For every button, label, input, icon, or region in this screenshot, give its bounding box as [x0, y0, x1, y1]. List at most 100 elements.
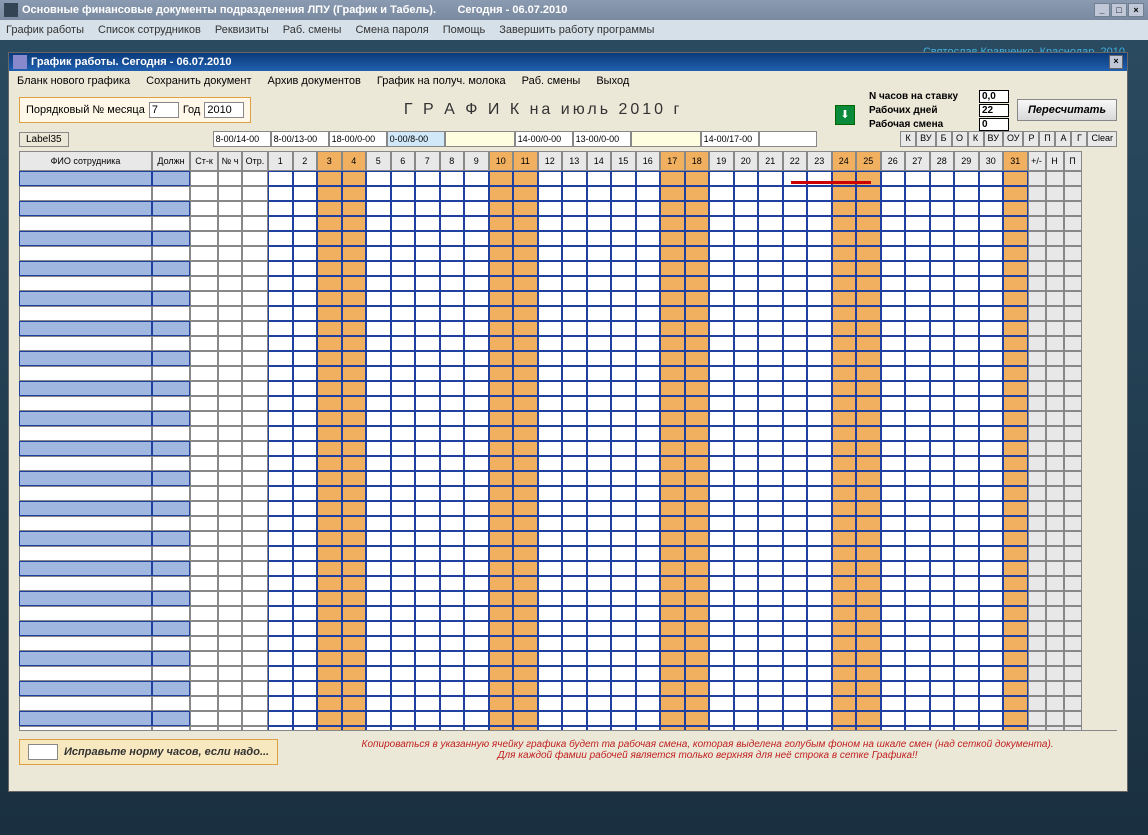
info-cell[interactable] — [190, 441, 218, 471]
day-cell[interactable] — [391, 621, 416, 651]
day-cell[interactable] — [905, 531, 930, 561]
day-cell[interactable] — [440, 261, 465, 291]
day-cell[interactable] — [954, 171, 979, 201]
day-cell[interactable] — [293, 321, 318, 351]
day-cell[interactable] — [734, 321, 759, 351]
day-cell[interactable] — [905, 291, 930, 321]
day-cell[interactable] — [709, 441, 734, 471]
info-cell[interactable] — [152, 651, 190, 681]
code-button[interactable]: ВУ — [984, 131, 1003, 147]
info-cell[interactable] — [218, 321, 242, 351]
day-cell[interactable] — [856, 261, 881, 291]
code-button[interactable]: О — [952, 131, 968, 147]
day-cell[interactable] — [268, 471, 293, 501]
info-cell[interactable] — [190, 531, 218, 561]
day-cell[interactable] — [342, 381, 367, 411]
day-cell[interactable] — [415, 381, 440, 411]
day-cell[interactable] — [905, 501, 930, 531]
day-cell[interactable] — [685, 411, 710, 441]
day-cell[interactable] — [905, 711, 930, 731]
day-cell[interactable] — [660, 321, 685, 351]
inner-menu-item[interactable]: Архив документов — [268, 75, 361, 87]
day-cell[interactable] — [317, 681, 342, 711]
day-cell[interactable] — [366, 711, 391, 731]
day-cell[interactable] — [587, 441, 612, 471]
day-cell[interactable] — [856, 351, 881, 381]
day-cell[interactable] — [293, 231, 318, 261]
day-cell[interactable] — [293, 411, 318, 441]
day-cell[interactable] — [342, 471, 367, 501]
day-cell[interactable] — [734, 651, 759, 681]
day-cell[interactable] — [317, 711, 342, 731]
day-cell[interactable] — [930, 471, 955, 501]
day-cell[interactable] — [734, 621, 759, 651]
info-cell[interactable] — [190, 231, 218, 261]
name-cell[interactable] — [19, 231, 152, 261]
day-cell[interactable] — [685, 531, 710, 561]
day-cell[interactable] — [734, 591, 759, 621]
day-cell[interactable] — [709, 291, 734, 321]
day-cell[interactable] — [513, 321, 538, 351]
info-cell[interactable] — [218, 531, 242, 561]
day-cell[interactable] — [783, 561, 808, 591]
day-cell[interactable] — [1003, 501, 1028, 531]
code-button[interactable]: ВУ — [916, 131, 935, 147]
day-cell[interactable] — [930, 321, 955, 351]
day-cell[interactable] — [464, 681, 489, 711]
day-cell[interactable] — [685, 591, 710, 621]
day-cell[interactable] — [366, 171, 391, 201]
day-cell[interactable] — [832, 681, 857, 711]
day-cell[interactable] — [464, 531, 489, 561]
day-cell[interactable] — [391, 351, 416, 381]
day-cell[interactable] — [293, 351, 318, 381]
day-cell[interactable] — [856, 501, 881, 531]
day-cell[interactable] — [611, 591, 636, 621]
day-cell[interactable] — [636, 621, 661, 651]
day-cell[interactable] — [562, 291, 587, 321]
day-cell[interactable] — [391, 171, 416, 201]
name-cell[interactable] — [19, 291, 152, 321]
day-cell[interactable] — [562, 501, 587, 531]
day-cell[interactable] — [758, 291, 783, 321]
day-cell[interactable] — [293, 531, 318, 561]
day-cell[interactable] — [905, 591, 930, 621]
day-cell[interactable] — [342, 621, 367, 651]
info-cell[interactable] — [190, 171, 218, 201]
day-cell[interactable] — [587, 321, 612, 351]
day-cell[interactable] — [807, 201, 832, 231]
day-cell[interactable] — [587, 411, 612, 441]
day-cell[interactable] — [905, 651, 930, 681]
day-cell[interactable] — [758, 231, 783, 261]
day-cell[interactable] — [268, 201, 293, 231]
day-cell[interactable] — [685, 201, 710, 231]
day-cell[interactable] — [464, 711, 489, 731]
day-cell[interactable] — [930, 231, 955, 261]
day-cell[interactable] — [807, 231, 832, 261]
info-cell[interactable] — [190, 201, 218, 231]
day-cell[interactable] — [391, 501, 416, 531]
info-cell[interactable] — [152, 561, 190, 591]
day-cell[interactable] — [636, 351, 661, 381]
day-cell[interactable] — [930, 681, 955, 711]
day-cell[interactable] — [685, 231, 710, 261]
day-cell[interactable] — [660, 621, 685, 651]
day-cell[interactable] — [685, 681, 710, 711]
day-cell[interactable] — [954, 651, 979, 681]
day-cell[interactable] — [758, 201, 783, 231]
day-cell[interactable] — [268, 441, 293, 471]
day-cell[interactable] — [758, 471, 783, 501]
day-cell[interactable] — [783, 471, 808, 501]
day-cell[interactable] — [391, 201, 416, 231]
day-cell[interactable] — [979, 351, 1004, 381]
shift-cell[interactable]: 18-00/0-00 — [329, 131, 387, 147]
day-cell[interactable] — [440, 471, 465, 501]
day-cell[interactable] — [758, 531, 783, 561]
day-cell[interactable] — [587, 621, 612, 651]
day-cell[interactable] — [268, 531, 293, 561]
day-cell[interactable] — [366, 591, 391, 621]
day-cell[interactable] — [832, 441, 857, 471]
day-cell[interactable] — [317, 381, 342, 411]
day-cell[interactable] — [758, 171, 783, 201]
day-cell[interactable] — [979, 321, 1004, 351]
info-cell[interactable] — [190, 501, 218, 531]
